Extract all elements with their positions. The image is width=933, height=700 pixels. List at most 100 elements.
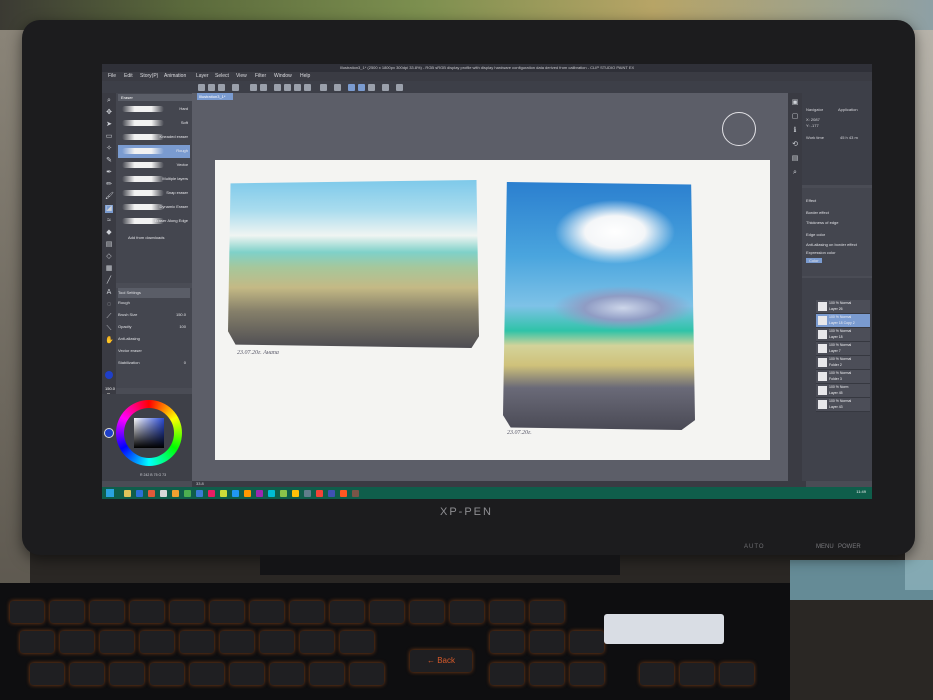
main-color-swatch-bottom[interactable] — [104, 428, 114, 438]
canvas-tab[interactable]: Illustration3_1* — [197, 93, 233, 100]
undo-icon[interactable] — [250, 84, 257, 91]
gradient-tool-icon[interactable]: ▤ — [105, 241, 113, 249]
taskbar-app-icon[interactable] — [256, 490, 263, 497]
navigator-icon[interactable]: ▣ — [791, 99, 799, 107]
taskbar-app-icon[interactable] — [160, 490, 167, 497]
deselect-icon[interactable] — [334, 84, 341, 91]
move-tool-icon[interactable]: ✥ — [105, 109, 113, 117]
balloon-tool-icon[interactable]: ◌ — [105, 301, 113, 309]
cut-icon[interactable] — [284, 84, 291, 91]
menu-filter[interactable]: Filter — [255, 72, 266, 81]
brush-rough[interactable]: Rough — [118, 145, 190, 158]
antialias-border-checkbox[interactable]: Anti-aliasing on border effect — [806, 242, 857, 247]
taskbar-app-icon[interactable] — [184, 490, 191, 497]
vector-eraser-row[interactable]: Vector eraser — [118, 346, 190, 356]
copy-icon[interactable] — [294, 84, 301, 91]
eyedropper-tool-icon[interactable]: ✎ — [105, 157, 113, 165]
taskbar-app-icon[interactable] — [352, 490, 359, 497]
brush-size-row[interactable]: Brush Size 150.0 — [118, 310, 190, 320]
expression-color-select[interactable]: Color — [806, 258, 822, 263]
snap-icon[interactable] — [348, 84, 355, 91]
frame-tool-icon[interactable]: ▦ — [105, 265, 113, 273]
material-icon[interactable]: ▤ — [791, 155, 799, 163]
print-icon[interactable] — [232, 84, 239, 91]
zoom-tool-icon[interactable]: ⌕ — [105, 97, 113, 105]
zoom-value[interactable]: 33.8 — [196, 481, 204, 486]
menu-help[interactable]: Help — [300, 72, 310, 81]
main-color-swatch[interactable] — [105, 371, 113, 379]
taskbar-app-icon[interactable] — [280, 490, 287, 497]
monitor-power-label[interactable]: POWER — [838, 544, 861, 550]
search-icon[interactable]: ⌕ — [791, 169, 799, 177]
brush-eraser-along-edge[interactable]: Eraser Along Edge — [118, 215, 190, 228]
brush-multiple-layers[interactable]: Multiple layers — [118, 173, 190, 186]
menu-layer[interactable]: Layer — [196, 72, 209, 81]
menu-file[interactable]: File — [108, 72, 116, 81]
pencil-tool-icon[interactable]: ✏ — [105, 181, 113, 189]
snap-grid-icon[interactable] — [368, 84, 375, 91]
brush-kneaded[interactable]: Kneaded eraser — [118, 131, 190, 144]
hand-tool-icon[interactable]: ✋ — [105, 337, 114, 345]
opacity-value[interactable]: 100 — [179, 322, 186, 332]
auto-select-tool-icon[interactable]: ✧ — [105, 145, 113, 153]
redo-icon[interactable] — [260, 84, 267, 91]
subtool-header[interactable]: Eraser — [118, 94, 193, 101]
taskbar-app-icon[interactable] — [172, 490, 179, 497]
taskbar-app-icon[interactable] — [208, 490, 215, 497]
brush-preset[interactable]: Rough — [118, 298, 190, 308]
taskbar-app-icon[interactable] — [196, 490, 203, 497]
folder-row[interactable]: 100 % Normal Folder 3 — [816, 370, 870, 384]
taskbar-app-icon[interactable] — [124, 490, 131, 497]
layer-row[interactable]: 100 % Normal Layer 18 — [816, 328, 870, 342]
taskbar-app-icon[interactable] — [136, 490, 143, 497]
brush-tool-icon[interactable]: 🖌 — [105, 193, 114, 201]
stabilization-value[interactable]: 0 — [184, 358, 186, 368]
operation-tool-icon[interactable]: ➤ — [105, 121, 113, 129]
save-icon[interactable] — [218, 84, 225, 91]
eraser-tool-icon[interactable]: ◪ — [105, 205, 113, 213]
figure-tool-icon[interactable]: ◇ — [105, 253, 113, 261]
snap-ruler-icon[interactable] — [358, 84, 365, 91]
taskbar-app-icon[interactable] — [220, 490, 227, 497]
menu-story[interactable]: Story(P) — [140, 72, 158, 81]
brush-hard[interactable]: Hard — [118, 103, 190, 116]
folder-row[interactable]: 100 % Normal Folder 2 — [816, 356, 870, 370]
paste-icon[interactable] — [304, 84, 311, 91]
brush-size-value[interactable]: 150.0 — [176, 310, 186, 320]
taskbar-app-icon[interactable] — [292, 490, 299, 497]
border-effect-label[interactable]: Border effect — [806, 210, 829, 215]
sub-view-icon[interactable]: ▢ — [791, 113, 799, 121]
ruler-tool-icon[interactable]: ╱ — [105, 277, 113, 285]
navigator-tab[interactable]: Navigator — [806, 107, 823, 112]
opacity-row[interactable]: Opacity 100 — [118, 322, 190, 332]
taskbar-app-icon[interactable] — [316, 490, 323, 497]
correct-line-tool-icon[interactable]: ⟍ — [105, 325, 113, 333]
layer-row[interactable]: 100 % Normal Layer 43 — [816, 398, 870, 412]
pen-tool-icon[interactable]: ✒ — [105, 169, 113, 177]
info-icon[interactable]: ℹ — [791, 127, 799, 135]
open-file-icon[interactable] — [208, 84, 215, 91]
menu-edit[interactable]: Edit — [124, 72, 133, 81]
menu-window[interactable]: Window — [274, 72, 292, 81]
add-from-downloads-link[interactable]: Add from downloads — [128, 235, 164, 240]
brush-snap-eraser[interactable]: Snap eraser — [118, 187, 190, 200]
line-tool-icon[interactable]: ⟋ — [105, 313, 113, 321]
taskbar-app-icon[interactable] — [148, 490, 155, 497]
start-button[interactable] — [106, 489, 114, 497]
menu-view[interactable]: View — [236, 72, 247, 81]
stabilization-row[interactable]: Stabilization 0 — [118, 358, 190, 368]
taskbar-app-icon[interactable] — [268, 490, 275, 497]
text-tool-icon[interactable]: A — [105, 289, 113, 297]
taskbar-app-icon[interactable] — [340, 490, 347, 497]
menu-animation[interactable]: Animation — [164, 72, 186, 81]
settings-icon[interactable] — [396, 84, 403, 91]
layer-row[interactable]: 100 % Normal Layer 26 — [816, 300, 870, 314]
taskbar-app-icon[interactable] — [328, 490, 335, 497]
taskbar-app-icon[interactable] — [304, 490, 311, 497]
blend-tool-icon[interactable]: ≈ — [105, 217, 113, 225]
menu-select[interactable]: Select — [215, 72, 229, 81]
color-mode-icon[interactable] — [382, 84, 389, 91]
clear-icon[interactable] — [274, 84, 281, 91]
layer-row[interactable]: 100 % Norm Layer 45 — [816, 384, 870, 398]
monitor-menu-label[interactable]: MENU — [816, 544, 834, 550]
